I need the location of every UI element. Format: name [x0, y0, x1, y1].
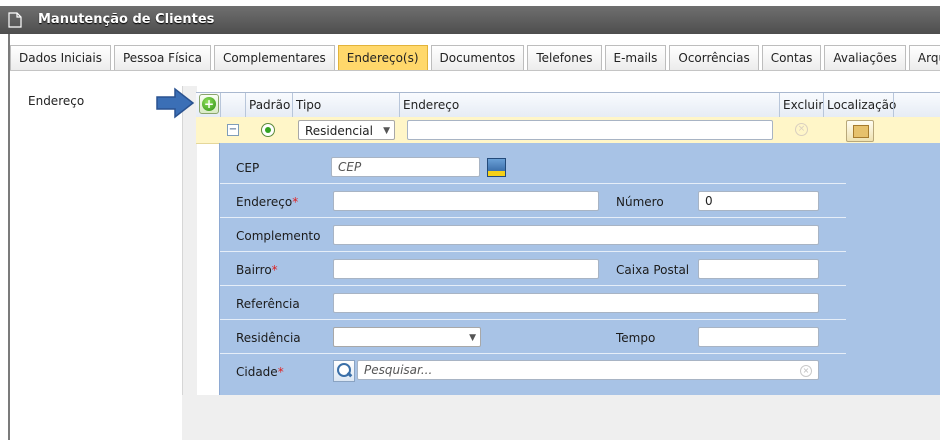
grid-header-localizacao[interactable]: Localização [823, 93, 896, 117]
cep-label: CEP [236, 161, 260, 175]
padrao-radio[interactable] [261, 123, 275, 137]
section-label: Endereço [28, 94, 85, 108]
tab-telefones[interactable]: Telefones [527, 45, 602, 70]
required-marker: * [271, 263, 278, 277]
caixa-postal-input[interactable] [698, 259, 819, 279]
tab-enderecos[interactable]: Endereço(s) [337, 45, 428, 70]
tempo-input[interactable] [698, 327, 819, 347]
grid-header-endereco[interactable]: Endereço [399, 93, 781, 117]
grid-header-spacer [220, 93, 242, 117]
tab-emails[interactable]: E-mails [604, 45, 667, 70]
required-marker: * [277, 365, 284, 379]
numero-label: Número [616, 195, 664, 209]
clear-icon[interactable]: × [800, 365, 812, 377]
row-divider [220, 251, 846, 252]
bairro-input[interactable] [333, 259, 599, 279]
tab-ocorrencias[interactable]: Ocorrências [669, 45, 759, 70]
location-button[interactable] [846, 120, 874, 142]
tipo-select-value: Residencial [305, 124, 373, 138]
grid-endereco-input[interactable] [407, 120, 773, 140]
tab-pessoa-fisica[interactable]: Pessoa Física [113, 45, 211, 70]
collapse-row-button[interactable]: − [227, 124, 239, 136]
caixa-postal-label: Caixa Postal [616, 263, 690, 277]
row-divider [220, 285, 846, 286]
grid-header: Padrão Tipo Endereço Excluir Localização [196, 92, 940, 118]
grid-bottom-area [182, 395, 940, 440]
map-icon [853, 125, 869, 138]
required-marker: * [292, 195, 299, 209]
grid-header-tipo[interactable]: Tipo [292, 93, 399, 117]
delete-icon[interactable]: × [795, 123, 808, 136]
cidade-label: Cidade* [236, 365, 284, 379]
row-divider [220, 217, 846, 218]
residencia-select[interactable]: ▼ [333, 327, 481, 347]
arrow-right-icon [156, 87, 195, 119]
grid-left-column [182, 86, 197, 406]
grid-header-filler [893, 93, 940, 117]
window-title: Manutenção de Clientes [38, 12, 215, 27]
document-icon [8, 12, 22, 28]
cep-input[interactable]: CEP [331, 157, 480, 177]
tab-arquivos[interactable]: Arquivos [908, 45, 940, 70]
bairro-label: Bairro* [236, 263, 278, 277]
numero-input[interactable]: 0 [698, 191, 819, 211]
complemento-input[interactable] [333, 225, 819, 245]
referencia-input[interactable] [333, 293, 819, 313]
residencia-label: Residência [236, 331, 301, 345]
endereco-input[interactable] [333, 191, 599, 211]
row-divider [220, 319, 846, 320]
tab-avaliacoes[interactable]: Avaliações [824, 45, 906, 70]
correios-icon[interactable] [487, 158, 506, 177]
tab-divider [10, 70, 940, 71]
add-icon: + [202, 97, 216, 111]
chevron-down-icon: ▼ [383, 126, 390, 136]
tab-bar: Dados Iniciais Pessoa Física Complementa… [10, 45, 940, 71]
grid-header-padrao[interactable]: Padrão [245, 93, 291, 117]
grid-header-excluir[interactable]: Excluir [779, 93, 823, 117]
tab-complementares[interactable]: Complementares [213, 45, 335, 70]
radio-selected-icon [265, 127, 271, 133]
row-divider [220, 183, 846, 184]
tipo-select[interactable]: Residencial ▼ [298, 120, 395, 140]
tab-contas[interactable]: Contas [761, 45, 822, 70]
cidade-search-input[interactable]: Pesquisar... [357, 360, 819, 380]
complemento-label: Complemento [236, 229, 321, 243]
row-divider [220, 353, 846, 354]
add-address-button[interactable]: + [199, 94, 219, 114]
referencia-label: Referência [236, 297, 300, 311]
window-titlebar: Manutenção de Clientes [0, 6, 940, 34]
search-icon[interactable] [333, 360, 355, 382]
chevron-down-icon: ▼ [469, 333, 476, 343]
tab-documentos[interactable]: Documentos [430, 45, 525, 70]
endereco-label: Endereço* [236, 195, 299, 209]
tempo-label: Tempo [616, 331, 656, 345]
tab-dados-iniciais[interactable]: Dados Iniciais [10, 45, 111, 70]
